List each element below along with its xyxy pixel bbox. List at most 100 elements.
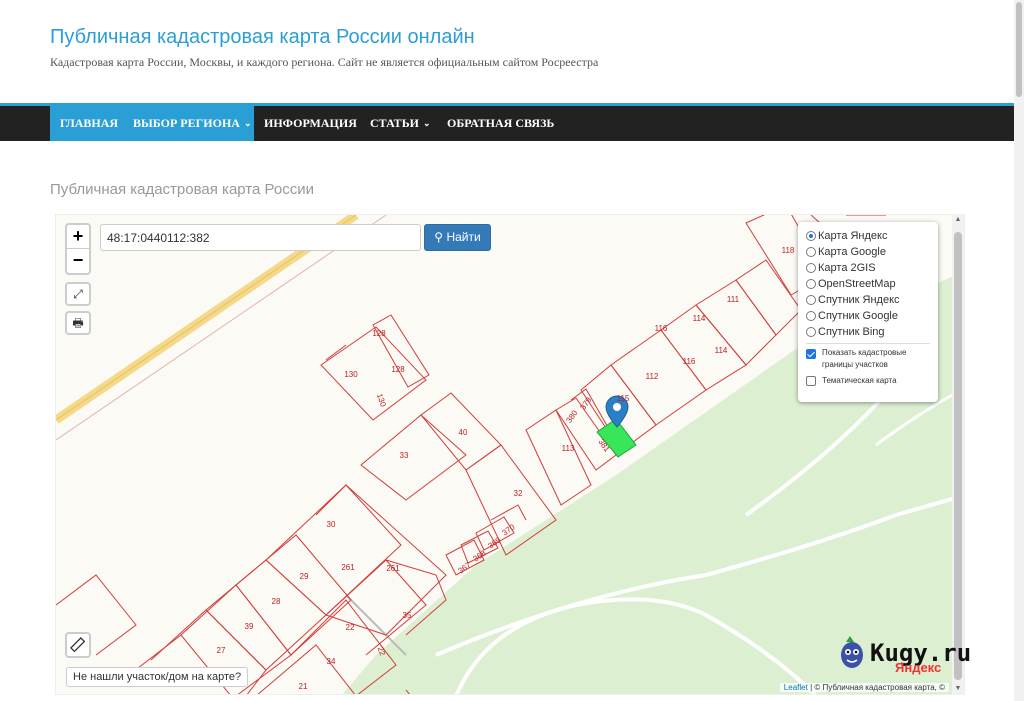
layer-option[interactable]: Карта Google — [806, 244, 930, 260]
radio-icon[interactable] — [806, 295, 816, 305]
layer-option[interactable]: Спутник Яндекс — [806, 292, 930, 308]
nav-item-region[interactable]: ВЫБОР РЕГИОНА ⌄ — [123, 106, 254, 141]
divider — [806, 343, 930, 344]
scroll-thumb[interactable] — [954, 232, 962, 680]
mascot-icon — [841, 636, 863, 668]
nav-item-articles[interactable]: СТАТЬИ ⌄ — [360, 106, 441, 141]
cadastral-map[interactable]: 128 130 128 130 33 40 32 370 369 368 367… — [55, 214, 965, 695]
parcel-label: 261 — [341, 563, 355, 572]
search-button-label: Найти — [446, 230, 481, 244]
page-title: Публичная кадастровая карта России — [50, 181, 314, 198]
parcel-label: 112 — [646, 372, 659, 381]
zoom-in-button[interactable]: + — [67, 225, 89, 249]
parcel-label: 130 — [344, 370, 358, 379]
parcel-label: 128 — [391, 365, 405, 374]
page-scrollbar[interactable] — [1014, 0, 1024, 701]
nav-item-feedback[interactable]: ОБРАТНАЯ СВЯЗЬ — [437, 106, 564, 141]
parcel-label: 22 — [346, 623, 355, 632]
nav-item-label: ИНФОРМАЦИЯ — [264, 116, 357, 130]
site-title[interactable]: Публичная кадастровая карта России онлай… — [50, 26, 475, 49]
page-scroll-thumb[interactable] — [1016, 2, 1022, 97]
attribution-text: | © Публичная кадастровая карта, © — [810, 683, 945, 692]
layer-option[interactable]: Спутник Bing — [806, 324, 930, 340]
chevron-down-icon: ⌄ — [243, 118, 252, 128]
parcel-label: 261 — [386, 564, 400, 573]
radio-icon[interactable] — [806, 247, 816, 257]
parcel-label: 111 — [727, 295, 740, 304]
nav-item-info[interactable]: ИНФОРМАЦИЯ — [254, 106, 367, 141]
thematic-label: Тематическая карта — [822, 376, 897, 385]
borders-toggle[interactable]: Показать кадастровые границы участков — [806, 347, 930, 373]
parcel-label: 35 — [403, 611, 412, 620]
print-icon: 🖶 — [72, 316, 84, 330]
layer-label: OpenStreetMap — [818, 278, 896, 290]
layer-label: Карта 2GIS — [818, 262, 876, 274]
chevron-down-icon: ⌄ — [422, 118, 431, 128]
layer-option[interactable]: Карта 2GIS — [806, 260, 930, 276]
parcel-label: 380 — [564, 408, 579, 425]
search-icon: ⚲ — [434, 230, 444, 244]
nav-item-label: ГЛАВНАЯ — [60, 116, 119, 130]
radio-icon[interactable] — [806, 327, 816, 337]
parcel-label: 128 — [372, 329, 386, 338]
layer-option[interactable]: OpenStreetMap — [806, 276, 930, 292]
layer-option[interactable]: Карта Яндекс — [806, 228, 930, 244]
ruler-icon — [70, 637, 86, 653]
search-button[interactable]: ⚲ Найти — [424, 224, 491, 251]
parcel-label: 21 — [299, 682, 308, 691]
leaflet-link[interactable]: Leaflet — [784, 683, 808, 692]
site-header: Публичная кадастровая карта России онлай… — [0, 0, 1014, 103]
parcel-label: 370 — [501, 522, 518, 537]
parcel-label: 29 — [300, 572, 309, 581]
layer-label: Спутник Google — [818, 310, 898, 322]
nav-item-home[interactable]: ГЛАВНАЯ — [50, 106, 129, 141]
parcel-label: 39 — [245, 622, 254, 631]
ruler-button[interactable] — [65, 632, 91, 658]
layer-label: Карта Google — [818, 246, 886, 258]
scroll-up-icon[interactable]: ▲ — [952, 214, 964, 226]
parcel-label: 113 — [562, 444, 575, 453]
parcel-label: 116 — [683, 357, 696, 366]
thematic-toggle[interactable]: Тематическая карта — [806, 373, 930, 389]
radio-icon[interactable] — [806, 279, 816, 289]
checkbox-icon[interactable] — [806, 376, 816, 386]
layers-panel: Карта Яндекс Карта Google Карта 2GIS Ope… — [798, 222, 938, 402]
print-button[interactable]: 🖶 — [65, 311, 91, 335]
parcel-label: 118 — [782, 246, 795, 255]
radio-icon[interactable] — [806, 311, 816, 321]
parcel-label: 32 — [514, 489, 523, 498]
layer-label: Спутник Bing — [818, 326, 885, 338]
zoom-control: + − — [65, 223, 91, 275]
borders-label: Показать кадастровые границы участков — [822, 348, 907, 369]
fullscreen-button[interactable]: ⤢ — [65, 282, 91, 306]
checkbox-icon[interactable] — [806, 349, 816, 359]
nav-item-label: ВЫБОР РЕГИОНА — [133, 116, 240, 130]
layer-label: Карта Яндекс — [818, 230, 888, 242]
expand-icon: ⤢ — [73, 287, 83, 301]
cadastral-number-input[interactable] — [100, 224, 421, 251]
layer-label: Спутник Яндекс — [818, 294, 900, 306]
parcel-label: 114 — [693, 314, 706, 323]
yandex-logo: Яндекс — [895, 660, 942, 675]
site-tagline: Кадастровая карта России, Москвы, и кажд… — [50, 55, 599, 69]
nav-item-label: СТАТЬИ — [370, 116, 419, 130]
parcel-label: 116 — [655, 324, 668, 333]
parcel-label: 114 — [715, 346, 728, 355]
parcel-label: 34 — [327, 657, 336, 666]
parcel-label: 30 — [327, 520, 336, 529]
parcel-label: 28 — [272, 597, 281, 606]
zoom-out-button[interactable]: − — [67, 249, 89, 273]
parcel-label: 115 — [617, 394, 630, 403]
nav-item-label: ОБРАТНАЯ СВЯЗЬ — [447, 116, 555, 130]
parcel-label: 40 — [459, 428, 468, 437]
radio-icon[interactable] — [806, 263, 816, 273]
parcel-label: 33 — [400, 451, 409, 460]
parcel-label: 369 — [487, 535, 504, 550]
map-scrollbar[interactable]: ▲ ▼ — [952, 214, 964, 695]
parcel-label: 130 — [375, 392, 388, 408]
radio-icon[interactable] — [806, 231, 816, 241]
layer-option[interactable]: Спутник Google — [806, 308, 930, 324]
scroll-down-icon[interactable]: ▼ — [952, 683, 964, 695]
map-attribution: Leaflet | © Публичная кадастровая карта,… — [779, 683, 949, 692]
not-found-button[interactable]: Не нашли участок/дом на карте? — [66, 667, 249, 687]
